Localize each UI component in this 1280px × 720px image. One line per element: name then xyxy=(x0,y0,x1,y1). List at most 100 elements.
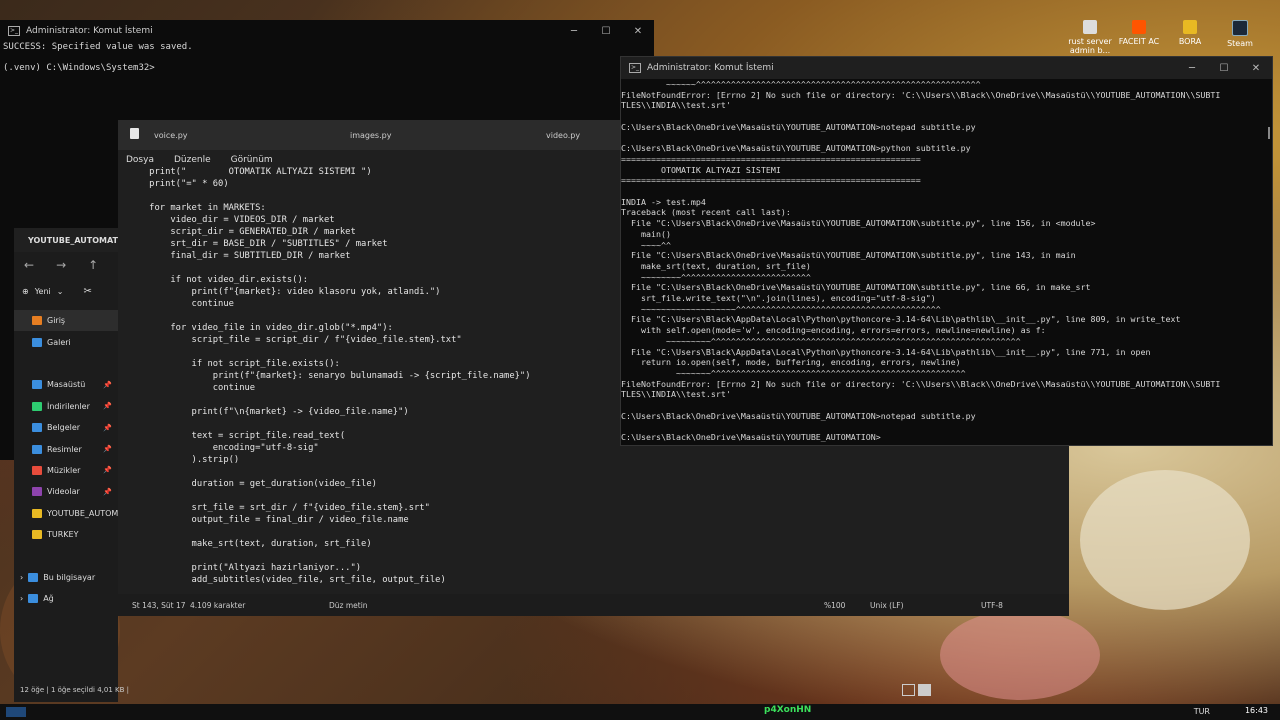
sidebar-item-label: Galeri xyxy=(47,337,71,347)
menu-dosya[interactable]: Dosya xyxy=(126,155,154,165)
sidebar-item-label: Resimler xyxy=(47,444,82,454)
cursor-position: St 143, Süt 17 xyxy=(132,601,186,610)
text-mode: Düz metin xyxy=(329,601,368,610)
system-clock[interactable]: 16:43 xyxy=(1245,706,1268,715)
sidebar-item-label: YOUTUBE_AUTOMATION xyxy=(47,508,118,518)
window-title: Administrator: Komut İstemi xyxy=(647,63,774,73)
explorer-status-bar: 12 öğe | 1 öğe seçildi 4,01 KB | xyxy=(20,686,130,694)
pin-icon: 📌 xyxy=(103,445,112,454)
videos-icon xyxy=(32,487,42,497)
chevron-right-icon[interactable]: › xyxy=(20,573,23,582)
new-button[interactable]: Yeni xyxy=(35,287,51,296)
cmd-window-front[interactable]: >_ Administrator: Komut İstemi ─ ☐ ✕ ~~~… xyxy=(620,56,1273,446)
home-icon xyxy=(32,316,42,326)
details-view-icon[interactable] xyxy=(902,684,915,696)
window-title: Administrator: Komut İstemi xyxy=(26,26,153,36)
explorer-view-toggle xyxy=(902,684,931,696)
explorer-tab-title: YOUTUBE_AUTOMATION xyxy=(28,235,118,245)
desktop-icon-label: Steam xyxy=(1227,39,1253,48)
cut-icon[interactable]: ✂ xyxy=(83,286,91,297)
music-icon xyxy=(32,465,42,475)
sidebar-item-label: TURKEY xyxy=(47,530,79,540)
cmd-front-output: ~~~~~~^^^^^^^^^^^^^^^^^^^^^^^^^^^^^^^^^^… xyxy=(621,79,1221,443)
tab-images-py[interactable]: images.py xyxy=(314,131,510,140)
sidebar-item-label: İndirilenler xyxy=(47,401,90,411)
language-indicator[interactable]: TUR xyxy=(1194,707,1210,716)
sidebar-item-youtube-automation[interactable]: YOUTUBE_AUTOMATION xyxy=(14,503,118,524)
tab-label: voice.py xyxy=(154,130,188,140)
folder-icon xyxy=(32,508,42,518)
back-arrow-icon[interactable]: ← xyxy=(24,258,34,272)
download-icon xyxy=(32,401,42,411)
terminal-icon: >_ xyxy=(8,26,20,36)
file-explorer-window[interactable]: YOUTUBE_AUTOMATION ← → ↑ ⊕ Yeni ⌄ ✂ Giri… xyxy=(14,228,129,702)
line-ending[interactable]: Unix (LF) xyxy=(870,601,904,610)
maximize-button[interactable]: ☐ xyxy=(590,26,622,37)
char-count: 4.109 karakter xyxy=(190,601,246,610)
notepad-status-bar: St 143, Süt 17 4.109 karakter Düz metin … xyxy=(118,594,1069,616)
up-arrow-icon[interactable]: ↑ xyxy=(88,258,98,272)
explorer-tab[interactable]: YOUTUBE_AUTOMATION xyxy=(14,228,118,252)
minimize-button[interactable]: ─ xyxy=(1176,63,1208,74)
chevron-down-icon[interactable]: ⌄ xyxy=(57,287,64,296)
sidebar-item-galeri[interactable]: Galeri xyxy=(14,331,118,352)
cmd-back-titlebar[interactable]: >_ Administrator: Komut İstemi ─ ☐ ✕ xyxy=(0,20,654,42)
pin-icon: 📌 xyxy=(103,402,112,411)
sidebar-item-indirilenler[interactable]: İndirilenler 📌 xyxy=(14,396,118,417)
file-icon xyxy=(1083,20,1097,34)
sidebar-item-label: Giriş xyxy=(47,316,66,326)
sidebar-item-label: Bu bilgisayar xyxy=(43,572,96,582)
sidebar-item-turkey[interactable]: TURKEY xyxy=(14,524,118,545)
tiles-view-icon[interactable] xyxy=(918,684,931,696)
sidebar-item-bu-bilgisayar[interactable]: › Bu bilgisayar xyxy=(14,567,118,588)
folder-icon xyxy=(32,530,42,540)
sidebar-item-label: Müzikler xyxy=(47,465,81,475)
sidebar-item-muzikler[interactable]: Müzikler 📌 xyxy=(14,460,118,481)
pin-icon: 📌 xyxy=(103,466,112,475)
computer-icon xyxy=(28,572,39,582)
close-button[interactable]: ✕ xyxy=(1240,63,1272,74)
faceit-icon xyxy=(1132,20,1146,34)
desktop-icon-bora[interactable]: BORA xyxy=(1162,20,1218,46)
pictures-icon xyxy=(32,444,42,454)
desktop-icon-rust-server[interactable]: rust server admin b... xyxy=(1062,20,1118,55)
notepad-icon xyxy=(130,127,139,139)
folder-icon xyxy=(1183,20,1197,34)
sidebar-item-label: Videolar xyxy=(47,487,80,497)
code-editor[interactable]: print(" OTOMATIK ALTYAZI SISTEMI ") prin… xyxy=(118,166,648,594)
desktop-icon-label: rust server admin b... xyxy=(1068,37,1112,55)
tab-voice-py[interactable]: voice.py xyxy=(118,127,314,140)
sidebar-item-videolar[interactable]: Videolar 📌 xyxy=(14,481,118,502)
terminal-icon: >_ xyxy=(629,63,641,73)
desktop-icon-faceit[interactable]: FACEIT AC xyxy=(1111,20,1167,46)
pin-icon: 📌 xyxy=(103,423,112,432)
zoom-level[interactable]: %100 xyxy=(824,601,845,610)
sidebar-item-label: Belgeler xyxy=(47,423,81,433)
desktop-icon-label: FACEIT AC xyxy=(1118,37,1160,46)
sidebar-item-ag[interactable]: › Ağ xyxy=(14,588,118,609)
sidebar-item-giris[interactable]: Giriş xyxy=(14,310,118,332)
sidebar-item-belgeler[interactable]: Belgeler 📌 xyxy=(14,417,118,438)
menu-gorunum[interactable]: Görünüm xyxy=(231,155,273,165)
pin-icon: 📌 xyxy=(103,380,112,389)
maximize-button[interactable]: ☐ xyxy=(1208,63,1240,74)
chevron-right-icon[interactable]: › xyxy=(20,594,23,603)
close-button[interactable]: ✕ xyxy=(622,26,654,37)
sidebar-item-label: Ağ xyxy=(43,594,54,604)
desktop-icon-steam[interactable]: Steam xyxy=(1212,20,1268,48)
forward-arrow-icon[interactable]: → xyxy=(56,258,66,272)
taskbar: p4XonHN TUR 16:43 xyxy=(0,704,1280,720)
cmd-back-output: SUCCESS: Specified value was saved. (.ve… xyxy=(3,42,193,74)
taskbar-app-icon[interactable] xyxy=(6,707,26,717)
cmd-front-titlebar[interactable]: >_ Administrator: Komut İstemi ─ ☐ ✕ xyxy=(621,57,1272,79)
menu-duzenle[interactable]: Düzenle xyxy=(174,155,211,165)
sidebar-item-resimler[interactable]: Resimler 📌 xyxy=(14,438,118,459)
gallery-icon xyxy=(32,337,42,347)
minimize-button[interactable]: ─ xyxy=(558,26,590,37)
encoding[interactable]: UTF-8 xyxy=(981,601,1003,610)
scrollbar-thumb[interactable] xyxy=(1268,127,1270,139)
sidebar-item-masaustu[interactable]: Masaüstü 📌 xyxy=(14,374,118,395)
desktop-icon xyxy=(32,380,42,390)
